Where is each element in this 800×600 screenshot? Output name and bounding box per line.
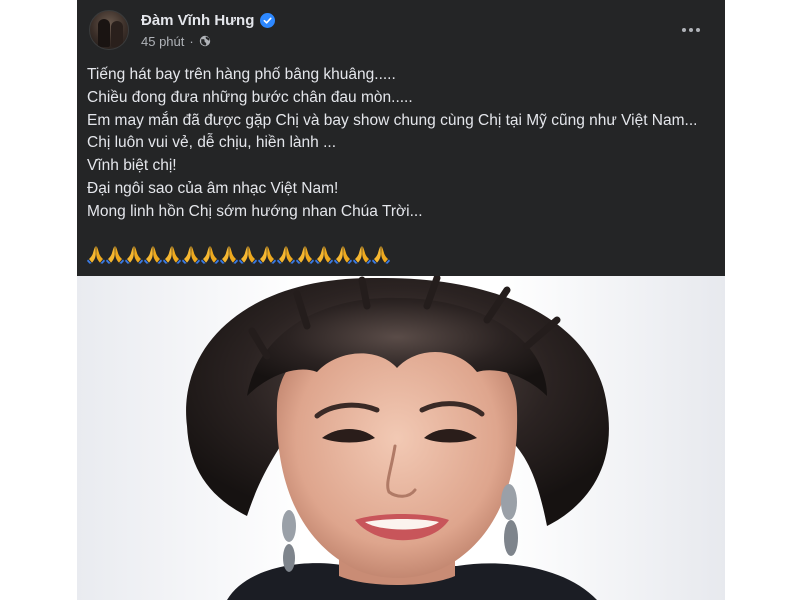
folded-hands-emoji xyxy=(125,244,143,264)
folded-hands-emoji xyxy=(296,244,314,264)
post-text: Tiếng hát bay trên hàng phố bâng khuâng.… xyxy=(87,64,715,224)
folded-hands-emoji xyxy=(220,244,238,264)
avatar-figure-right xyxy=(111,21,123,47)
post-text-line: Chị luôn vui vẻ, dễ chịu, hiền lành ... xyxy=(87,134,337,152)
post-author: Đàm Vĩnh Hưng xyxy=(141,10,276,30)
post-text-line: Tiếng hát bay trên hàng phố bâng khuâng.… xyxy=(87,66,396,83)
folded-hands-emoji xyxy=(334,244,352,264)
globe-icon[interactable] xyxy=(199,35,211,47)
post-text-line: Đại ngôi sao của âm nhạc Việt Nam! xyxy=(87,179,339,197)
folded-hands-emoji xyxy=(182,244,200,264)
more-dot xyxy=(682,28,686,32)
folded-hands-emoji xyxy=(163,244,181,264)
post-text-line: Vĩnh biệt chị! xyxy=(87,157,177,175)
portrait-illustration xyxy=(186,276,609,600)
post-text-line: Chiều đong đưa những bước chân đau mòn..… xyxy=(87,88,413,106)
post-timestamp[interactable]: 45 phút xyxy=(141,34,184,49)
meta-separator: · xyxy=(189,33,194,49)
folded-hands-emoji xyxy=(315,244,333,264)
folded-hands-emoji xyxy=(258,244,276,264)
prayer-emoji-row xyxy=(87,244,390,266)
avatar-figure-left xyxy=(98,19,110,47)
author-avatar[interactable] xyxy=(89,10,129,50)
more-dot xyxy=(689,28,693,32)
post-meta: 45 phút · xyxy=(141,33,211,49)
folded-hands-emoji xyxy=(239,244,257,264)
more-options-icon[interactable] xyxy=(679,20,703,40)
folded-hands-emoji xyxy=(277,244,295,264)
facebook-post: Đàm Vĩnh Hưng 45 phút · Tiếng hát bay tr… xyxy=(77,0,725,276)
folded-hands-emoji xyxy=(372,244,390,264)
folded-hands-emoji xyxy=(87,244,105,264)
post-text-line: Mong linh hồn Chị sớm hướng nhan Chúa Tr… xyxy=(87,202,423,220)
folded-hands-emoji xyxy=(106,244,124,264)
portrait-photo[interactable] xyxy=(77,276,725,600)
verified-badge-icon xyxy=(260,12,276,28)
folded-hands-emoji xyxy=(144,244,162,264)
post-text-line: Em may mắn đã được gặp Chị và bay show c… xyxy=(87,111,698,129)
folded-hands-emoji xyxy=(201,244,219,264)
more-dot xyxy=(696,28,700,32)
author-name[interactable]: Đàm Vĩnh Hưng xyxy=(141,12,254,29)
folded-hands-emoji xyxy=(353,244,371,264)
